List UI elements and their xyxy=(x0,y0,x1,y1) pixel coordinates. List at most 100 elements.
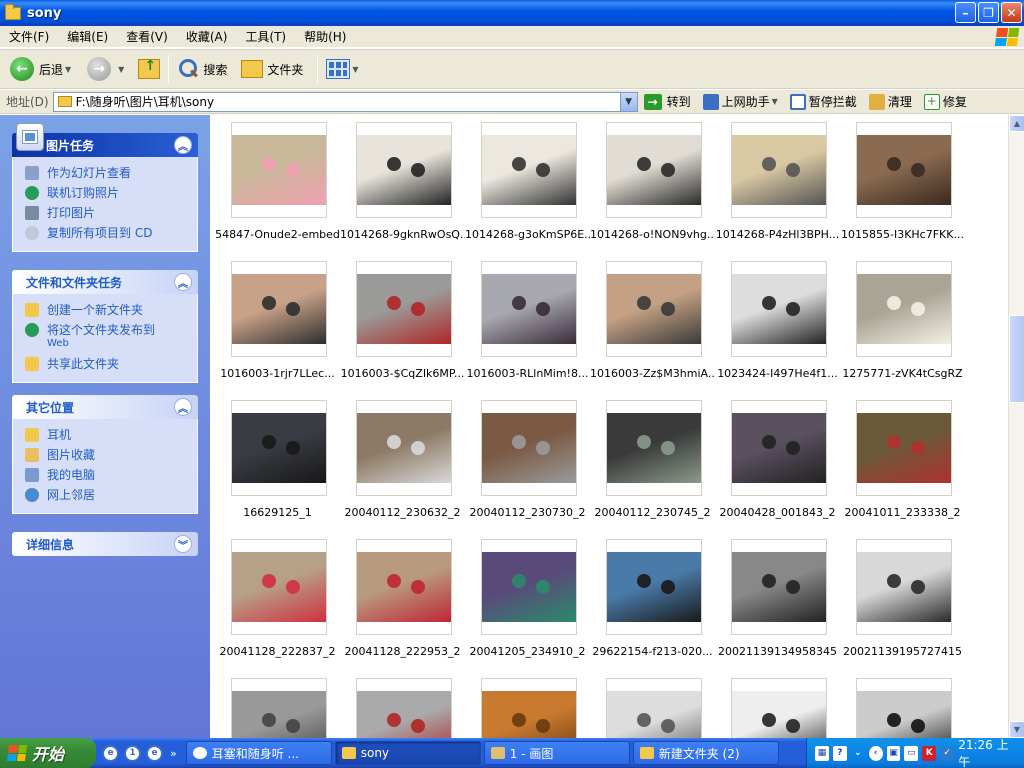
title-bar[interactable]: sony – ❐ ✕ xyxy=(0,0,1024,26)
task-order-prints[interactable]: 联机订购照片 xyxy=(25,183,189,203)
security-icon[interactable]: ✓ xyxy=(940,745,955,761)
thumbnail-frame[interactable] xyxy=(231,400,327,496)
menu-file[interactable]: 文件(F) xyxy=(0,28,58,45)
web-assistant-button[interactable]: 上网助手 ▼ xyxy=(702,93,778,110)
scroll-up-button[interactable]: ▲ xyxy=(1009,115,1024,132)
thumbnail-frame[interactable] xyxy=(356,678,452,738)
details-header[interactable]: 详细信息 ︾ xyxy=(12,532,198,556)
network-icon[interactable]: ▣ xyxy=(886,745,901,761)
other-places-header[interactable]: 其它位置 ︽ xyxy=(12,395,198,419)
thumbnail-frame[interactable] xyxy=(731,261,827,357)
task-share-folder[interactable]: 共享此文件夹 xyxy=(25,354,189,374)
clean-button[interactable]: 清理 xyxy=(868,93,912,110)
place-my-pictures[interactable]: 图片收藏 xyxy=(25,445,189,465)
thumbnail-frame[interactable] xyxy=(481,400,577,496)
menu-view[interactable]: 查看(V) xyxy=(117,28,177,45)
thumbnail-frame[interactable] xyxy=(231,678,327,738)
thumbnail-frame[interactable] xyxy=(481,678,577,738)
help-icon[interactable]: ? xyxy=(832,745,847,761)
views-button[interactable]: ▼ xyxy=(322,53,362,85)
place-network[interactable]: 网上邻居 xyxy=(25,485,189,505)
thumbnail-frame[interactable] xyxy=(731,678,827,738)
thumbnail-image xyxy=(857,552,951,622)
thumbnail-frame[interactable] xyxy=(731,400,827,496)
scroll-thumb[interactable] xyxy=(1009,315,1024,403)
thumbnail-image xyxy=(607,413,701,483)
taskbar-button-new-folder[interactable]: 新建文件夹 (2) xyxy=(632,741,779,765)
thumbnail-frame[interactable] xyxy=(856,678,952,738)
taskbar-button-paint[interactable]: 1 - 画图 xyxy=(483,741,630,765)
pause-block-button[interactable]: 暂停拦截 xyxy=(789,93,857,110)
vertical-scrollbar[interactable]: ▲ ▼ xyxy=(1008,115,1024,738)
thumbnail-frame[interactable] xyxy=(731,122,827,218)
menu-edit[interactable]: 编辑(E) xyxy=(58,28,117,45)
thumbnail-frame[interactable] xyxy=(481,122,577,218)
repair-button[interactable]: + 修复 xyxy=(923,93,967,110)
thumbnail-frame[interactable] xyxy=(606,261,702,357)
thumbnail-frame[interactable] xyxy=(856,122,952,218)
thumbnail-frame[interactable] xyxy=(606,539,702,635)
thumbnail-frame[interactable] xyxy=(481,261,577,357)
thumbnail-frame[interactable] xyxy=(356,261,452,357)
antivirus-icon[interactable]: K xyxy=(922,745,937,761)
thumbnail-frame[interactable] xyxy=(356,539,452,635)
media-icon[interactable]: 1 xyxy=(124,744,141,762)
start-button[interactable]: 开始 xyxy=(0,738,96,768)
thumbnail-frame[interactable] xyxy=(856,261,952,357)
chevron-right-icon[interactable]: » xyxy=(170,747,177,760)
up-button[interactable] xyxy=(134,53,164,85)
thumbnail-frame[interactable] xyxy=(231,122,327,218)
taskbar-button-earbuds[interactable]: 耳塞和随身听 ... xyxy=(185,741,332,765)
forward-button[interactable]: → ▼ xyxy=(83,53,128,85)
go-button[interactable]: → 转到 xyxy=(643,93,691,110)
chevron-down-icon[interactable]: ▼ xyxy=(772,97,778,106)
place-my-computer[interactable]: 我的电脑 xyxy=(25,465,189,485)
collapse-icon[interactable]: ︽ xyxy=(174,273,192,291)
task-slideshow[interactable]: 作为幻灯片查看 xyxy=(25,163,189,183)
thumbnail-frame[interactable] xyxy=(856,539,952,635)
place-earphones[interactable]: 耳机 xyxy=(25,425,189,445)
ie-icon[interactable]: e xyxy=(146,744,163,762)
monitor-icon[interactable]: ▭ xyxy=(904,745,919,761)
menu-help[interactable]: 帮助(H) xyxy=(295,28,355,45)
thumbnail-frame[interactable] xyxy=(356,122,452,218)
computer-icon xyxy=(25,468,39,482)
thumbnail-frame[interactable] xyxy=(481,539,577,635)
task-copy-cd[interactable]: 复制所有项目到 CD xyxy=(25,223,189,243)
chevron-down-icon[interactable]: ▼ xyxy=(65,65,71,74)
address-path[interactable]: F:\随身听\图片\耳机\sony xyxy=(76,93,215,110)
thumbnail-frame[interactable] xyxy=(606,678,702,738)
thumbnail-frame[interactable] xyxy=(606,122,702,218)
chevron-down-icon[interactable]: ▼ xyxy=(118,65,124,74)
thumbnail-frame[interactable] xyxy=(606,400,702,496)
browser-icon[interactable]: e xyxy=(102,744,119,762)
chevron-down-icon[interactable]: ▼ xyxy=(352,65,358,74)
thumbnail-frame[interactable] xyxy=(231,539,327,635)
task-print[interactable]: 打印图片 xyxy=(25,203,189,223)
keyboard-icon[interactable]: ▦ xyxy=(815,745,829,761)
back-arrow-icon[interactable]: ‹ xyxy=(868,745,883,761)
expand-icon[interactable]: ︾ xyxy=(174,535,192,553)
thumbnail-frame[interactable] xyxy=(231,261,327,357)
back-button[interactable]: ← 后退 ▼ xyxy=(6,53,75,85)
thumbnail-frame[interactable] xyxy=(356,400,452,496)
file-tasks-header[interactable]: 文件和文件夹任务 ︽ xyxy=(12,270,198,294)
restore-button[interactable]: ❐ xyxy=(978,2,999,23)
close-button[interactable]: ✕ xyxy=(1001,2,1022,23)
go-arrow-icon: → xyxy=(643,93,662,110)
taskbar-button-sony[interactable]: sony xyxy=(334,741,481,765)
collapse-icon[interactable]: ︽ xyxy=(174,398,192,416)
chevron-down-icon[interactable]: ▼ xyxy=(619,92,637,111)
menu-tools[interactable]: 工具(T) xyxy=(236,28,295,45)
minimize-button[interactable]: – xyxy=(955,2,976,23)
search-button[interactable]: 搜索 xyxy=(173,53,231,85)
task-new-folder[interactable]: 创建一个新文件夹 xyxy=(25,300,189,320)
collapse-icon[interactable]: ︽ xyxy=(174,136,192,154)
folders-button[interactable]: 文件夹 xyxy=(237,53,307,85)
ime-icon[interactable]: ⌄ xyxy=(851,746,865,761)
thumbnail-frame[interactable] xyxy=(856,400,952,496)
task-publish-web[interactable]: 将这个文件夹发布到 Web xyxy=(25,320,189,354)
menu-favorites[interactable]: 收藏(A) xyxy=(177,28,237,45)
thumbnail-frame[interactable] xyxy=(731,539,827,635)
address-input[interactable]: F:\随身听\图片\耳机\sony ▼ xyxy=(52,91,638,112)
